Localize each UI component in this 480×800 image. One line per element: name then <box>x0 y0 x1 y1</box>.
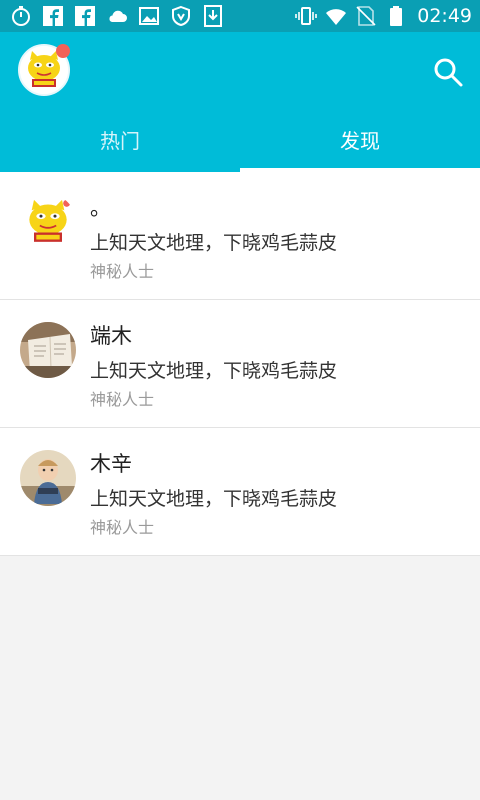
list-item[interactable]: 。 上知天文地理，下晓鸡毛蒜皮 神秘人士 <box>0 172 480 300</box>
battery-icon <box>390 6 403 26</box>
shield-icon <box>172 5 190 27</box>
user-bio: 上知天文地理，下晓鸡毛蒜皮 <box>90 232 338 254</box>
search-icon[interactable] <box>430 54 466 90</box>
image-icon <box>139 7 159 25</box>
status-bar: 02:49 <box>0 0 480 32</box>
stopwatch-icon <box>12 6 30 26</box>
list-item[interactable]: 木辛 上知天文地理，下晓鸡毛蒜皮 神秘人士 <box>0 428 480 556</box>
tab-bar: 热门 发现 <box>0 120 480 172</box>
profile-avatar[interactable] <box>18 44 70 96</box>
child-photo-avatar[interactable] <box>20 450 76 506</box>
cartoon-avatar[interactable] <box>20 194 76 250</box>
user-bio: 上知天文地理，下晓鸡毛蒜皮 <box>90 488 338 510</box>
clock: 02:49 <box>417 5 472 27</box>
tab-hot-label: 热门 <box>100 129 140 153</box>
user-meta: 神秘人士 <box>90 390 155 409</box>
book-photo-icon <box>20 322 76 378</box>
notification-badge <box>56 44 70 58</box>
wifi-icon <box>326 9 347 25</box>
user-list: 。 上知天文地理，下晓鸡毛蒜皮 神秘人士 端木 上知天文地理，下晓鸡毛蒜皮 神秘… <box>0 172 480 556</box>
user-name: 木辛 <box>90 452 132 476</box>
book-photo-avatar[interactable] <box>20 322 76 378</box>
app-bar: 热门 发现 <box>0 32 480 172</box>
list-item[interactable]: 端木 上知天文地理，下晓鸡毛蒜皮 神秘人士 <box>0 300 480 428</box>
cartoon-face-icon <box>20 194 76 250</box>
user-bio: 上知天文地理，下晓鸡毛蒜皮 <box>90 360 338 382</box>
child-photo-icon <box>20 450 76 506</box>
no-sim-icon <box>356 6 376 26</box>
facebook-icon <box>43 6 63 26</box>
facebook-icon <box>75 6 95 26</box>
user-name: 。 <box>90 196 111 220</box>
download-icon <box>204 5 222 27</box>
vibrate-icon <box>295 7 318 25</box>
user-meta: 神秘人士 <box>90 518 155 537</box>
cloud-icon <box>109 10 127 22</box>
tab-hot[interactable]: 热门 <box>0 120 240 172</box>
tab-discover[interactable]: 发现 <box>240 120 480 172</box>
tab-discover-label: 发现 <box>340 129 380 153</box>
user-name: 端木 <box>90 324 132 348</box>
user-meta: 神秘人士 <box>90 262 155 281</box>
